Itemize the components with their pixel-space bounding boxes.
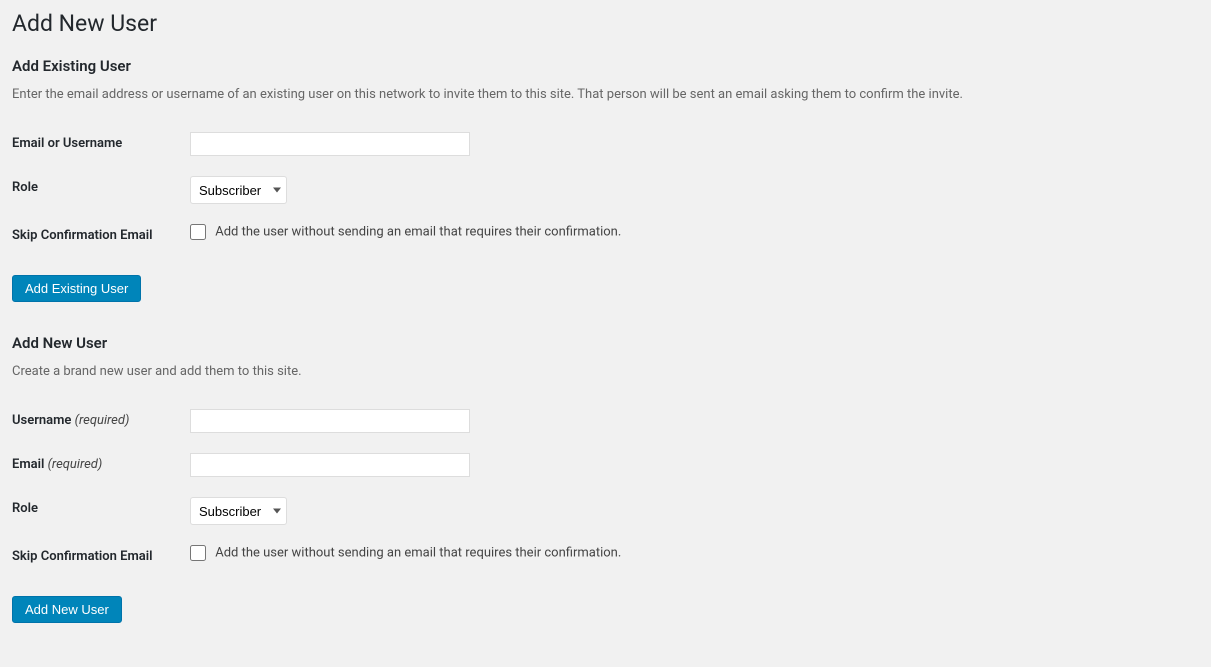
new-user-form: Username (required) Email (required) Rol… — [12, 399, 631, 578]
email-or-username-label: Email or Username — [12, 122, 190, 166]
new-user-description: Create a brand new user and add them to … — [12, 364, 1199, 379]
existing-skip-checkbox[interactable] — [190, 224, 206, 240]
email-input[interactable] — [190, 453, 470, 477]
new-skip-label: Skip Confirmation Email — [12, 535, 190, 578]
new-role-select[interactable]: Subscriber — [190, 497, 287, 525]
add-new-user-heading: Add New User — [12, 334, 1199, 352]
username-required: (required) — [75, 413, 130, 428]
email-or-username-input[interactable] — [190, 132, 470, 156]
existing-skip-description: Add the user without sending an email th… — [215, 225, 621, 240]
page-title: Add New User — [12, 10, 1199, 37]
add-existing-user-heading: Add Existing User — [12, 57, 1199, 75]
existing-user-description: Enter the email address or username of a… — [12, 87, 1199, 102]
new-skip-checkbox[interactable] — [190, 545, 206, 561]
email-label: Email (required) — [12, 443, 190, 487]
new-skip-description: Add the user without sending an email th… — [215, 546, 621, 561]
add-existing-user-button[interactable]: Add Existing User — [12, 275, 141, 302]
existing-role-select[interactable]: Subscriber — [190, 176, 287, 204]
existing-role-label: Role — [12, 166, 190, 214]
existing-user-form: Email or Username Role Subscriber Skip C… — [12, 122, 631, 257]
username-label: Username (required) — [12, 399, 190, 443]
new-role-label: Role — [12, 487, 190, 535]
email-required: (required) — [48, 457, 103, 472]
existing-skip-label: Skip Confirmation Email — [12, 214, 190, 257]
add-new-user-button[interactable]: Add New User — [12, 596, 122, 623]
username-input[interactable] — [190, 409, 470, 433]
